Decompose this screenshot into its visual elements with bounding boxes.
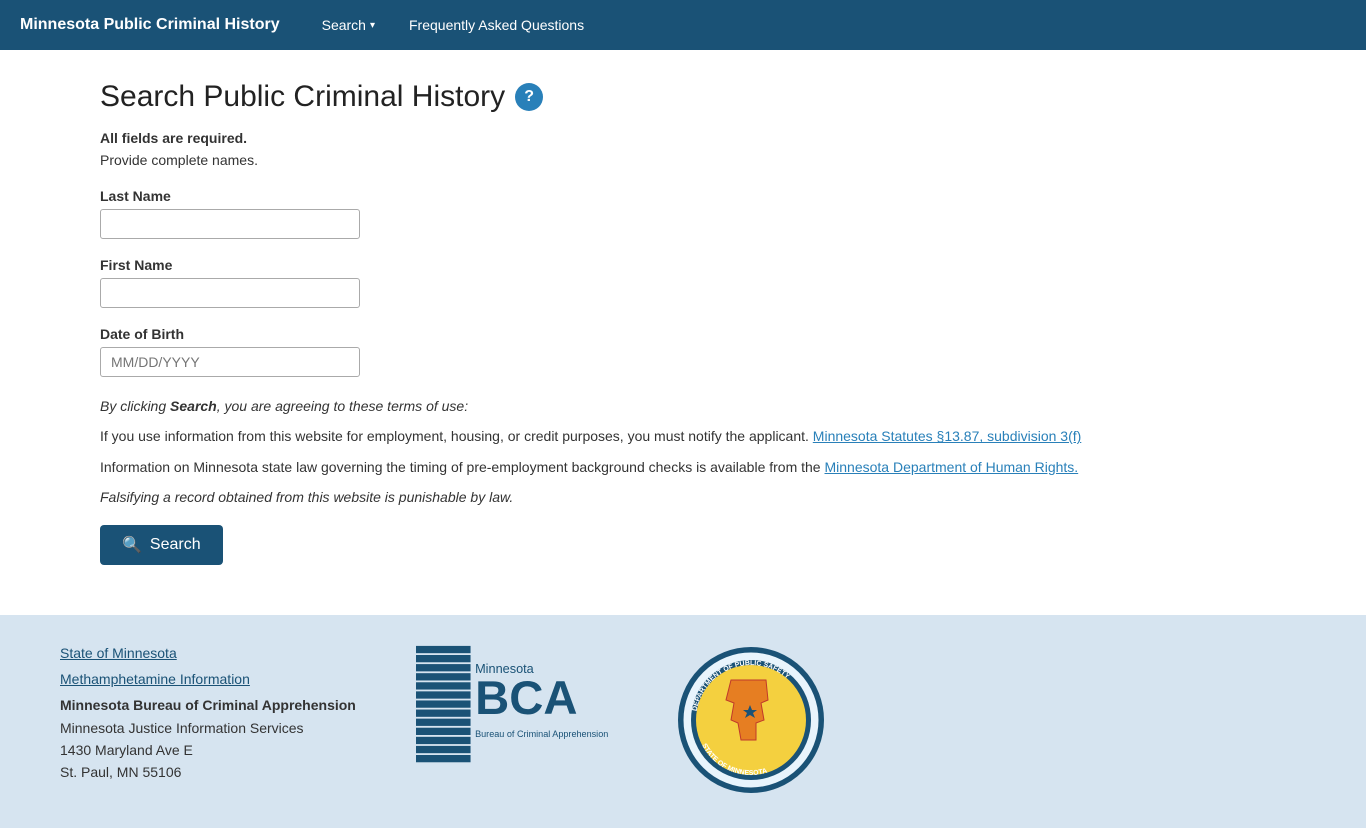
nav-faq[interactable]: Frequently Asked Questions — [397, 9, 596, 41]
footer-org: Minnesota Bureau of Criminal Apprehensio… — [60, 697, 356, 713]
required-note: All fields are required. — [100, 130, 1100, 146]
search-button[interactable]: 🔍 Search — [100, 525, 223, 565]
first-name-group: First Name — [100, 257, 1100, 308]
provide-note: Provide complete names. — [100, 152, 1100, 168]
logo-stripes — [416, 645, 471, 761]
dob-label: Date of Birth — [100, 326, 1100, 342]
last-name-input[interactable] — [100, 209, 360, 239]
terms-line2: If you use information from this website… — [100, 425, 1100, 447]
dps-seal-svg: DEPARTMENT OF PUBLIC SAFETY STATE OF MIN… — [676, 645, 826, 795]
first-name-label: First Name — [100, 257, 1100, 273]
footer-dps-seal: DEPARTMENT OF PUBLIC SAFETY STATE OF MIN… — [676, 645, 826, 798]
page-title: Search Public Criminal History ? — [100, 80, 1100, 114]
nav-links: Search ▾ Frequently Asked Questions — [310, 9, 597, 41]
main-content: Search Public Criminal History ? All fie… — [0, 50, 1200, 595]
dropdown-arrow-icon: ▾ — [370, 20, 375, 31]
search-button-icon: 🔍 — [122, 535, 142, 555]
terms-section: By clicking Search, you are agreeing to … — [100, 395, 1100, 509]
svg-text:Minnesota: Minnesota — [475, 661, 535, 676]
terms-line1: By clicking Search, you are agreeing to … — [100, 395, 1100, 417]
nav-search[interactable]: Search ▾ — [310, 9, 387, 41]
terms-line3: Information on Minnesota state law gover… — [100, 456, 1100, 478]
footer-address: Minnesota Justice Information Services 1… — [60, 717, 356, 784]
navbar: Minnesota Public Criminal History Search… — [0, 0, 1366, 50]
svg-text:BCA: BCA — [475, 672, 577, 725]
footer-bca-logo: BCA Minnesota Bureau of Criminal Apprehe… — [416, 645, 616, 765]
last-name-label: Last Name — [100, 188, 1100, 204]
dhr-link[interactable]: Minnesota Department of Human Rights. — [825, 459, 1079, 475]
last-name-group: Last Name — [100, 188, 1100, 239]
help-icon[interactable]: ? — [515, 83, 543, 111]
footer: State of Minnesota Methamphetamine Infor… — [0, 615, 1366, 828]
state-link[interactable]: State of Minnesota — [60, 645, 356, 661]
bca-logo-svg: BCA Minnesota Bureau of Criminal Apprehe… — [416, 645, 616, 765]
svg-text:Bureau of Criminal Apprehensio: Bureau of Criminal Apprehension — [475, 728, 608, 738]
meth-link[interactable]: Methamphetamine Information — [60, 671, 356, 687]
footer-left: State of Minnesota Methamphetamine Infor… — [60, 645, 356, 784]
terms-line4: Falsifying a record obtained from this w… — [100, 486, 1100, 508]
dob-input[interactable] — [100, 347, 360, 377]
site-brand[interactable]: Minnesota Public Criminal History — [20, 16, 280, 34]
statutes-link[interactable]: Minnesota Statutes §13.87, subdivision 3… — [813, 428, 1082, 444]
dob-group: Date of Birth — [100, 326, 1100, 377]
first-name-input[interactable] — [100, 278, 360, 308]
